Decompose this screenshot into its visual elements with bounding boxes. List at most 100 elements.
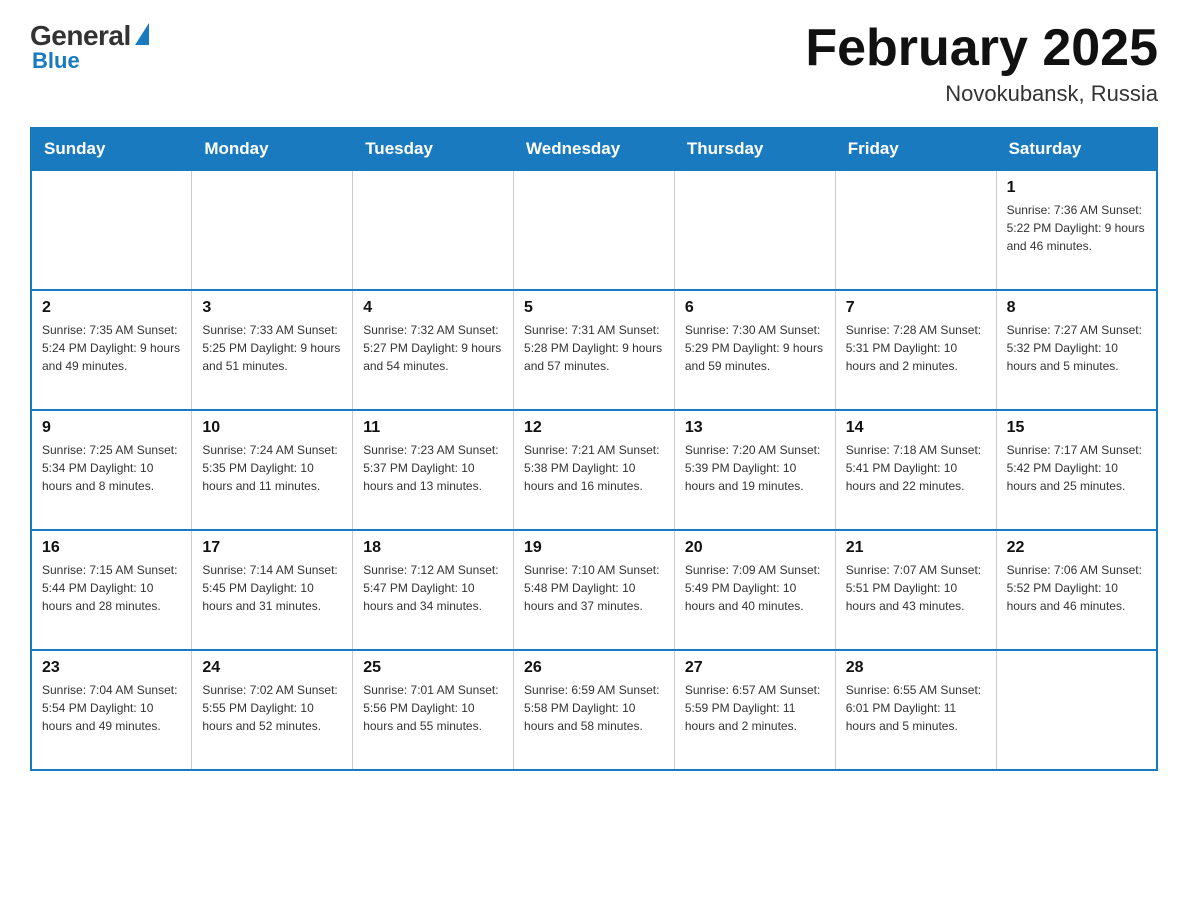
- day-cell: 26Sunrise: 6:59 AM Sunset: 5:58 PM Dayli…: [514, 650, 675, 770]
- day-cell: [192, 170, 353, 290]
- day-info: Sunrise: 7:32 AM Sunset: 5:27 PM Dayligh…: [363, 321, 503, 375]
- day-info: Sunrise: 7:18 AM Sunset: 5:41 PM Dayligh…: [846, 441, 986, 495]
- day-cell: [514, 170, 675, 290]
- day-number: 28: [846, 659, 986, 677]
- day-cell: 1Sunrise: 7:36 AM Sunset: 5:22 PM Daylig…: [996, 170, 1157, 290]
- day-number: 10: [202, 419, 342, 437]
- weekday-header-thursday: Thursday: [674, 128, 835, 170]
- day-info: Sunrise: 7:15 AM Sunset: 5:44 PM Dayligh…: [42, 561, 181, 615]
- day-number: 3: [202, 299, 342, 317]
- day-info: Sunrise: 7:20 AM Sunset: 5:39 PM Dayligh…: [685, 441, 825, 495]
- day-number: 19: [524, 539, 664, 557]
- day-info: Sunrise: 7:10 AM Sunset: 5:48 PM Dayligh…: [524, 561, 664, 615]
- day-cell: 17Sunrise: 7:14 AM Sunset: 5:45 PM Dayli…: [192, 530, 353, 650]
- day-number: 15: [1007, 419, 1146, 437]
- day-info: Sunrise: 7:17 AM Sunset: 5:42 PM Dayligh…: [1007, 441, 1146, 495]
- day-cell: [835, 170, 996, 290]
- calendar-title: February 2025: [805, 20, 1158, 77]
- title-block: February 2025 Novokubansk, Russia: [805, 20, 1158, 107]
- day-number: 24: [202, 659, 342, 677]
- day-cell: 27 Sunrise: 6:57 AM Sunset: 5:59 PM Dayli…: [674, 650, 835, 770]
- day-number: 7: [846, 299, 986, 317]
- day-number: 6: [685, 299, 825, 317]
- day-info: Sunrise: 7:28 AM Sunset: 5:31 PM Dayligh…: [846, 321, 986, 375]
- day-cell: 14 Sunrise: 7:18 AM Sunset: 5:41 PM Dayli…: [835, 410, 996, 530]
- day-info: Sunrise: 7:23 AM Sunset: 5:37 PM Dayligh…: [363, 441, 503, 495]
- day-number: 13: [685, 419, 825, 437]
- day-cell: 24 Sunrise: 7:02 AM Sunset: 5:55 PM Dayli…: [192, 650, 353, 770]
- day-cell: 5 Sunrise: 7:31 AM Sunset: 5:28 PM Daylig…: [514, 290, 675, 410]
- weekday-header-monday: Monday: [192, 128, 353, 170]
- day-cell: 25 Sunrise: 7:01 AM Sunset: 5:56 PM Dayli…: [353, 650, 514, 770]
- day-cell: 18 Sunrise: 7:12 AM Sunset: 5:47 PM Dayli…: [353, 530, 514, 650]
- day-number: 9: [42, 419, 181, 437]
- day-cell: 8Sunrise: 7:27 AM Sunset: 5:32 PM Daylig…: [996, 290, 1157, 410]
- calendar-table: SundayMondayTuesdayWednesdayThursdayFrid…: [30, 127, 1158, 771]
- week-row-5: 23Sunrise: 7:04 AM Sunset: 5:54 PM Dayli…: [31, 650, 1157, 770]
- day-number: 27: [685, 659, 825, 677]
- day-number: 20: [685, 539, 825, 557]
- day-number: 25: [363, 659, 503, 677]
- day-number: 18: [363, 539, 503, 557]
- weekday-header-wednesday: Wednesday: [514, 128, 675, 170]
- day-cell: 3 Sunrise: 7:33 AM Sunset: 5:25 PM Daylig…: [192, 290, 353, 410]
- calendar-subtitle: Novokubansk, Russia: [805, 81, 1158, 107]
- day-info: Sunrise: 6:55 AM Sunset: 6:01 PM Dayligh…: [846, 681, 986, 735]
- day-info: Sunrise: 7:36 AM Sunset: 5:22 PM Dayligh…: [1007, 201, 1146, 255]
- page-header: General Blue February 2025 Novokubansk, …: [30, 20, 1158, 107]
- day-number: 5: [524, 299, 664, 317]
- day-info: Sunrise: 7:04 AM Sunset: 5:54 PM Dayligh…: [42, 681, 181, 735]
- day-number: 26: [524, 659, 664, 677]
- day-cell: 23Sunrise: 7:04 AM Sunset: 5:54 PM Dayli…: [31, 650, 192, 770]
- logo: General Blue: [30, 20, 149, 74]
- day-info: Sunrise: 7:33 AM Sunset: 5:25 PM Dayligh…: [202, 321, 342, 375]
- logo-blue-text: Blue: [32, 48, 80, 74]
- day-cell: [31, 170, 192, 290]
- week-row-3: 9 Sunrise: 7:25 AM Sunset: 5:34 PM Daylig…: [31, 410, 1157, 530]
- day-cell: 6 Sunrise: 7:30 AM Sunset: 5:29 PM Daylig…: [674, 290, 835, 410]
- day-info: Sunrise: 7:09 AM Sunset: 5:49 PM Dayligh…: [685, 561, 825, 615]
- day-info: Sunrise: 7:27 AM Sunset: 5:32 PM Dayligh…: [1007, 321, 1146, 375]
- day-cell: 22Sunrise: 7:06 AM Sunset: 5:52 PM Dayli…: [996, 530, 1157, 650]
- day-cell: 12 Sunrise: 7:21 AM Sunset: 5:38 PM Dayli…: [514, 410, 675, 530]
- day-info: Sunrise: 7:35 AM Sunset: 5:24 PM Dayligh…: [42, 321, 181, 375]
- day-cell: 7 Sunrise: 7:28 AM Sunset: 5:31 PM Daylig…: [835, 290, 996, 410]
- day-number: 16: [42, 539, 181, 557]
- weekday-header-saturday: Saturday: [996, 128, 1157, 170]
- day-info: Sunrise: 7:30 AM Sunset: 5:29 PM Dayligh…: [685, 321, 825, 375]
- day-cell: 21Sunrise: 7:07 AM Sunset: 5:51 PM Dayli…: [835, 530, 996, 650]
- calendar-header-row: SundayMondayTuesdayWednesdayThursdayFrid…: [31, 128, 1157, 170]
- day-number: 21: [846, 539, 986, 557]
- day-info: Sunrise: 7:12 AM Sunset: 5:47 PM Dayligh…: [363, 561, 503, 615]
- day-cell: 2 Sunrise: 7:35 AM Sunset: 5:24 PM Daylig…: [31, 290, 192, 410]
- day-number: 12: [524, 419, 664, 437]
- day-info: Sunrise: 7:25 AM Sunset: 5:34 PM Dayligh…: [42, 441, 181, 495]
- day-number: 4: [363, 299, 503, 317]
- day-cell: [353, 170, 514, 290]
- day-cell: 4 Sunrise: 7:32 AM Sunset: 5:27 PM Daylig…: [353, 290, 514, 410]
- day-cell: 15 Sunrise: 7:17 AM Sunset: 5:42 PM Dayli…: [996, 410, 1157, 530]
- day-info: Sunrise: 7:01 AM Sunset: 5:56 PM Dayligh…: [363, 681, 503, 735]
- day-cell: 13 Sunrise: 7:20 AM Sunset: 5:39 PM Dayli…: [674, 410, 835, 530]
- weekday-header-tuesday: Tuesday: [353, 128, 514, 170]
- day-number: 22: [1007, 539, 1146, 557]
- day-cell: 9 Sunrise: 7:25 AM Sunset: 5:34 PM Daylig…: [31, 410, 192, 530]
- day-cell: [996, 650, 1157, 770]
- day-info: Sunrise: 7:31 AM Sunset: 5:28 PM Dayligh…: [524, 321, 664, 375]
- day-number: 11: [363, 419, 503, 437]
- day-info: Sunrise: 6:57 AM Sunset: 5:59 PM Dayligh…: [685, 681, 825, 735]
- logo-triangle-icon: [135, 23, 149, 45]
- weekday-header-sunday: Sunday: [31, 128, 192, 170]
- day-cell: 11 Sunrise: 7:23 AM Sunset: 5:37 PM Dayli…: [353, 410, 514, 530]
- week-row-1: 1Sunrise: 7:36 AM Sunset: 5:22 PM Daylig…: [31, 170, 1157, 290]
- day-info: Sunrise: 7:02 AM Sunset: 5:55 PM Dayligh…: [202, 681, 342, 735]
- day-info: Sunrise: 7:21 AM Sunset: 5:38 PM Dayligh…: [524, 441, 664, 495]
- day-info: Sunrise: 7:24 AM Sunset: 5:35 PM Dayligh…: [202, 441, 342, 495]
- day-cell: 19 Sunrise: 7:10 AM Sunset: 5:48 PM Dayli…: [514, 530, 675, 650]
- day-cell: 16 Sunrise: 7:15 AM Sunset: 5:44 PM Dayli…: [31, 530, 192, 650]
- day-number: 2: [42, 299, 181, 317]
- day-info: Sunrise: 7:14 AM Sunset: 5:45 PM Dayligh…: [202, 561, 342, 615]
- day-number: 14: [846, 419, 986, 437]
- weekday-header-friday: Friday: [835, 128, 996, 170]
- day-cell: 20 Sunrise: 7:09 AM Sunset: 5:49 PM Dayli…: [674, 530, 835, 650]
